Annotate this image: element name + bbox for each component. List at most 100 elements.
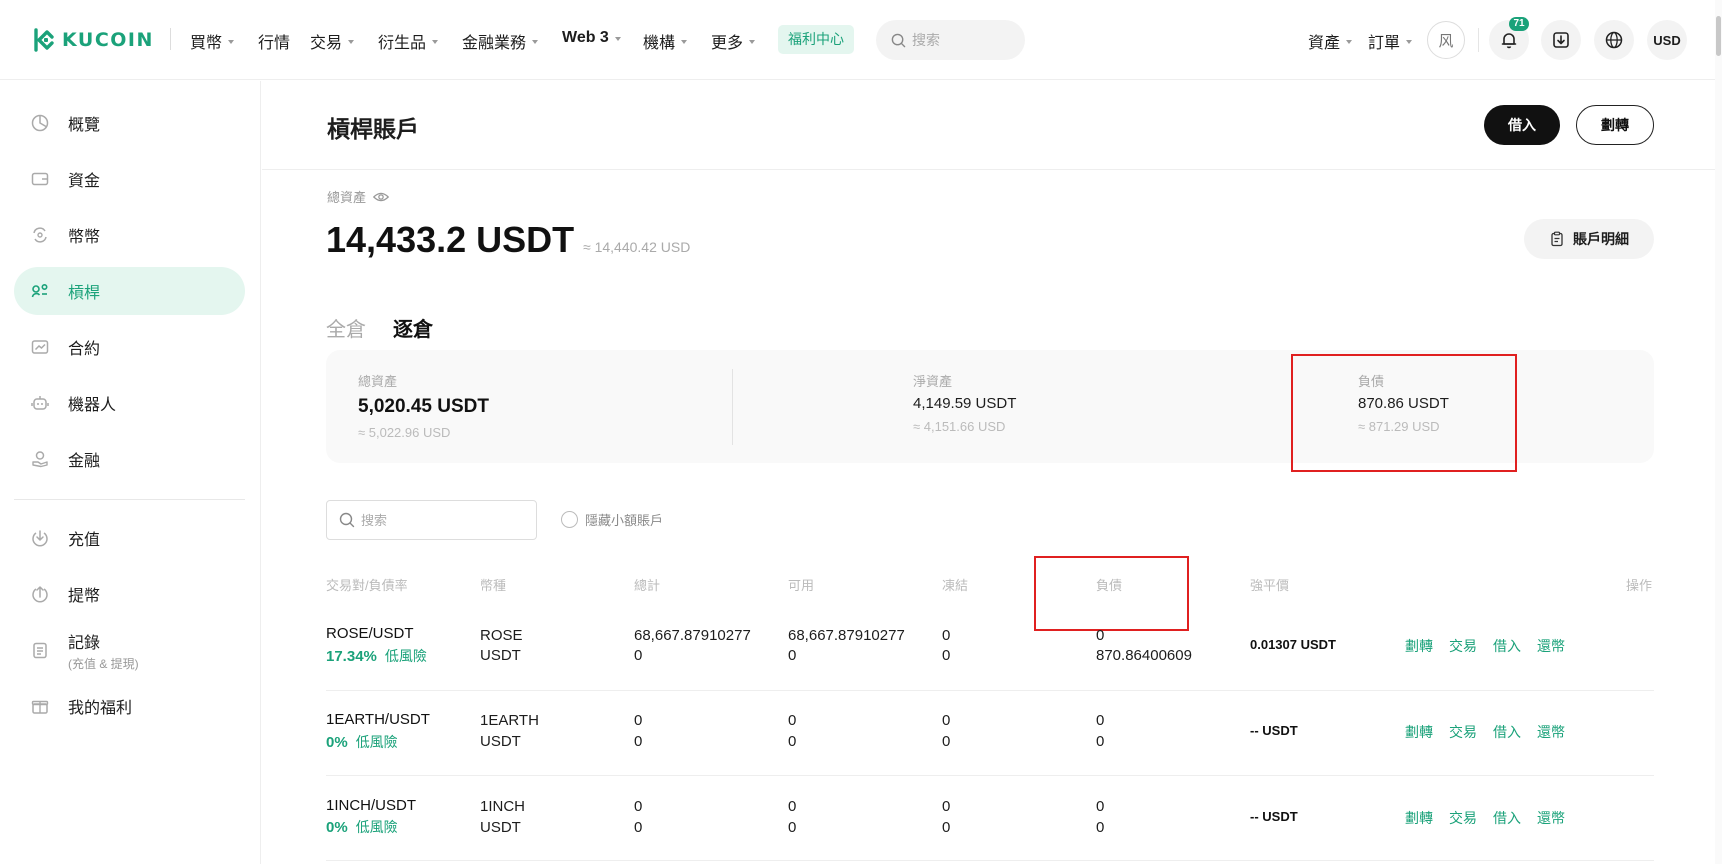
highlight-box-summary-debt (1291, 354, 1517, 472)
eye-icon[interactable] (372, 188, 390, 206)
user-avatar[interactable]: 风 (1427, 21, 1465, 59)
row-frozen-quote: 0 (942, 733, 951, 750)
tab-isolated-margin[interactable]: 逐倉 (393, 313, 433, 342)
row-coin-quote: USDT (480, 819, 521, 836)
row-coin-base: 1INCH (480, 798, 526, 815)
row-borrow-link[interactable]: 借入 (1493, 722, 1521, 742)
sidebar-item-label: 記錄 (68, 634, 101, 652)
brand-name: KUCOIN (62, 29, 154, 51)
row-repay-link[interactable]: 還幣 (1537, 722, 1565, 742)
nav-finance[interactable]: 金融業務 (462, 29, 539, 53)
sidebar-item-records[interactable]: 記錄 (充值 & 提現) (14, 626, 245, 674)
row-available-quote: 0 (788, 647, 797, 664)
row-total-quote: 0 (634, 647, 643, 664)
top-search-input[interactable] (912, 32, 1012, 48)
row-total-base: 0 (634, 798, 643, 815)
sidebar-item-earn[interactable]: 金融 (14, 435, 245, 483)
transfer-button[interactable]: 劃轉 (1576, 105, 1654, 145)
search-icon (339, 512, 355, 528)
nav-buy-crypto[interactable]: 買幣 (190, 29, 235, 53)
withdraw-icon (32, 586, 48, 603)
row-debt-rate: 17.34% (326, 648, 377, 665)
nav-label: 買幣 (190, 35, 223, 52)
kucoin-logo-icon (34, 28, 54, 52)
hide-small-balances-toggle[interactable]: 隱藏小額賬戶 (561, 510, 663, 529)
row-borrow-link[interactable]: 借入 (1493, 808, 1521, 828)
download-app-button[interactable] (1541, 20, 1581, 60)
nav-divider (170, 28, 171, 50)
page-scrollbar-thumb[interactable] (1716, 16, 1721, 56)
row-total-quote: 0 (634, 819, 643, 836)
sidebar-item-funding[interactable]: 資金 (14, 155, 245, 203)
sidebar-item-bot[interactable]: 機器人 (14, 379, 245, 427)
tab-cross-margin[interactable]: 全倉 (326, 313, 366, 342)
row-transfer-link[interactable]: 劃轉 (1405, 808, 1433, 828)
download-icon (1553, 32, 1569, 48)
row-frozen-quote: 0 (942, 647, 951, 664)
sidebar-item-withdraw[interactable]: 提幣 (14, 570, 245, 618)
page-scrollbar-track[interactable] (1715, 0, 1722, 864)
row-transfer-link[interactable]: 劃轉 (1405, 636, 1433, 656)
nav-more[interactable]: 更多 (711, 29, 756, 53)
summary-net-approx: ≈ 4,151.66 USD (913, 419, 1006, 434)
nav-web3[interactable]: Web 3 (562, 29, 621, 47)
row-frozen-base: 0 (942, 712, 951, 729)
top-navigation: KUCOIN 買幣 行情 交易 衍生品 金融業務 Web 3 機構 更多 福利中… (0, 0, 1722, 80)
sidebar-item-deposit[interactable]: 充值 (14, 514, 245, 562)
nav-institutional[interactable]: 機構 (643, 29, 688, 53)
assets-menu[interactable]: 資產 (1308, 29, 1353, 53)
table-search-bar[interactable] (326, 500, 537, 540)
kucoin-logo[interactable]: KUCOIN (30, 26, 154, 54)
nav-derivatives[interactable]: 衍生品 (378, 29, 439, 53)
row-borrow-link[interactable]: 借入 (1493, 636, 1521, 656)
row-transfer-link[interactable]: 劃轉 (1405, 722, 1433, 742)
row-coin-base: 1EARTH (480, 712, 539, 729)
row-total-base: 68,667.87910277 (634, 627, 751, 644)
column-header-total: 總計 (634, 578, 661, 593)
row-repay-link[interactable]: 還幣 (1537, 808, 1565, 828)
orders-label: 訂單 (1368, 35, 1401, 52)
borrow-button[interactable]: 借入 (1484, 105, 1560, 145)
sidebar-item-rewards[interactable]: 我的福利 (14, 682, 245, 730)
nav-trade[interactable]: 交易 (310, 29, 355, 53)
total-assets-label-text: 總資產 (327, 190, 367, 205)
highlight-box-debt-column (1034, 556, 1189, 631)
row-trade-link[interactable]: 交易 (1449, 808, 1477, 828)
row-debt-quote: 870.86400609 (1096, 647, 1192, 664)
sidebar-item-sublabel: (充值 & 提現) (68, 656, 139, 671)
hide-small-radio[interactable] (561, 511, 578, 528)
table-search-input[interactable] (361, 512, 521, 528)
row-pair: ROSE/USDT (326, 625, 414, 642)
sidebar-item-spot[interactable]: 幣幣 (14, 211, 245, 259)
welfare-center-button[interactable]: 福利中心 (778, 25, 854, 54)
sidebar-item-overview[interactable]: 概覽 (14, 99, 245, 147)
sidebar-item-futures[interactable]: 合約 (14, 323, 245, 371)
summary-total-approx: ≈ 5,022.96 USD (358, 425, 451, 440)
nav-markets[interactable]: 行情 (258, 29, 290, 53)
nav-label: 行情 (258, 35, 291, 52)
row-trade-link[interactable]: 交易 (1449, 722, 1477, 742)
row-divider (326, 775, 1654, 776)
total-assets-approx: ≈ 14,440.42 USD (583, 239, 691, 255)
notification-count-badge: 71 (1509, 17, 1529, 31)
row-repay-link[interactable]: 還幣 (1537, 636, 1565, 656)
row-liquidation-price: -- USDT (1250, 809, 1298, 824)
account-details-label: 賬戶明細 (1573, 231, 1629, 247)
language-button[interactable] (1594, 20, 1634, 60)
sidebar-item-label: 合約 (68, 341, 101, 358)
sidebar-item-margin[interactable]: 槓桿 (14, 267, 245, 315)
account-details-button[interactable]: 賬戶明細 (1524, 219, 1654, 259)
chevron-down-icon (681, 40, 688, 44)
row-frozen-base: 0 (942, 798, 951, 815)
currency-button[interactable]: USD (1647, 20, 1687, 60)
gift-icon (31, 700, 49, 714)
row-frozen-quote: 0 (942, 819, 951, 836)
sidebar-item-label: 提幣 (68, 588, 101, 605)
row-trade-link[interactable]: 交易 (1449, 636, 1477, 656)
nav-divider (1478, 28, 1479, 52)
orders-menu[interactable]: 訂單 (1368, 29, 1413, 53)
nav-label: 交易 (310, 35, 343, 52)
header-divider (262, 169, 1715, 170)
column-header-actions: 操作 (1626, 578, 1653, 593)
top-search-bar[interactable] (876, 20, 1025, 60)
